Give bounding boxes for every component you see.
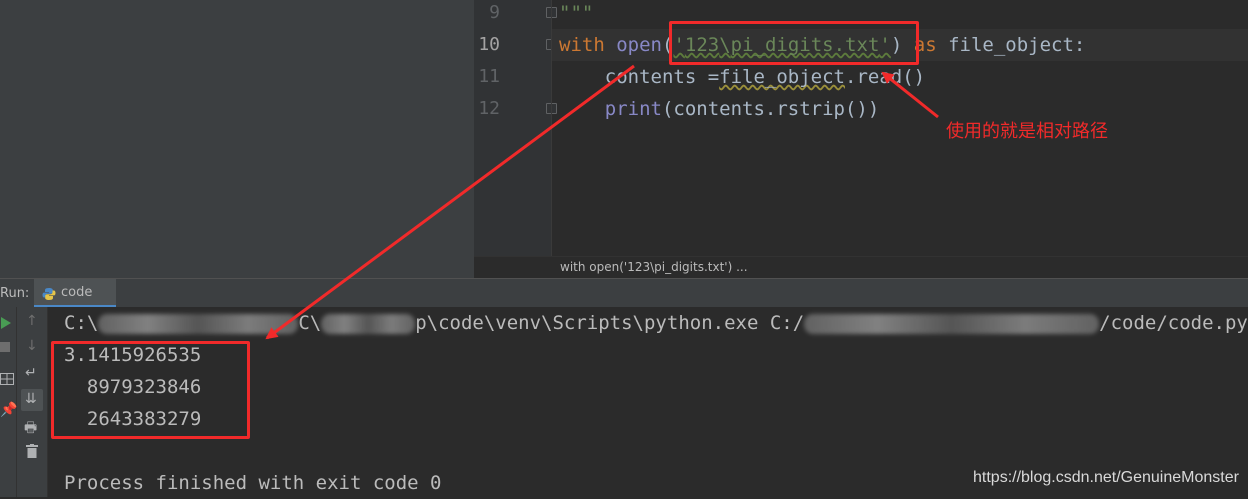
- code-line-11: contents =file_object.read(): [604, 66, 926, 88]
- console-toolbar: ↑ ↓ ↵ ⇊ 🖶: [17, 307, 48, 497]
- redacted-path: [98, 313, 299, 334]
- editor-gutter: 9 10 11 12: [474, 0, 557, 256]
- trash-icon[interactable]: [26, 444, 38, 458]
- stop-icon[interactable]: [0, 342, 10, 352]
- highlight-box-path: [669, 21, 919, 65]
- process-finished-line: Process finished with exit code 0: [64, 472, 442, 494]
- run-tool-window-header: Run: code: [0, 278, 1248, 309]
- layout-icon[interactable]: [0, 373, 14, 385]
- scroll-up-icon[interactable]: ↑: [26, 313, 38, 329]
- code-line-12: print(contents.rstrip()): [604, 98, 880, 120]
- tab-label: code: [61, 285, 93, 300]
- run-toolbar: 📌: [0, 307, 17, 497]
- line-number: 12: [478, 98, 500, 119]
- tab-code[interactable]: code: [34, 279, 116, 308]
- watermark: https://blog.csdn.net/GenuineMonster: [973, 469, 1239, 486]
- highlight-box-output: [51, 341, 250, 439]
- soft-wrap-icon[interactable]: ↵: [25, 365, 37, 381]
- line-number: 9: [489, 2, 500, 23]
- console-command-line: C:\ C\ p\code\venv\Scripts\python.exe C://…: [64, 312, 1248, 334]
- redacted-path: [321, 313, 416, 334]
- pin-icon[interactable]: 📌: [0, 402, 17, 418]
- line-number: 11: [478, 66, 500, 87]
- breadcrumb[interactable]: with open('123\pi_digits.txt') ...: [560, 260, 748, 274]
- run-icon[interactable]: [0, 316, 12, 330]
- run-label: Run:: [0, 286, 30, 301]
- print-icon[interactable]: 🖶: [24, 417, 37, 441]
- annotation-label: 使用的就是相对路径: [946, 121, 1108, 142]
- redacted-path: [804, 313, 1100, 334]
- python-file-icon: [42, 288, 56, 300]
- project-pane: [0, 0, 475, 278]
- code-line-9: """: [559, 2, 594, 24]
- scroll-to-end-icon[interactable]: ⇊: [21, 389, 43, 411]
- line-number-current: 10: [478, 34, 500, 55]
- scroll-down-icon[interactable]: ↓: [26, 338, 38, 354]
- breadcrumb-bar: with open('123\pi_digits.txt') ...: [474, 256, 1248, 279]
